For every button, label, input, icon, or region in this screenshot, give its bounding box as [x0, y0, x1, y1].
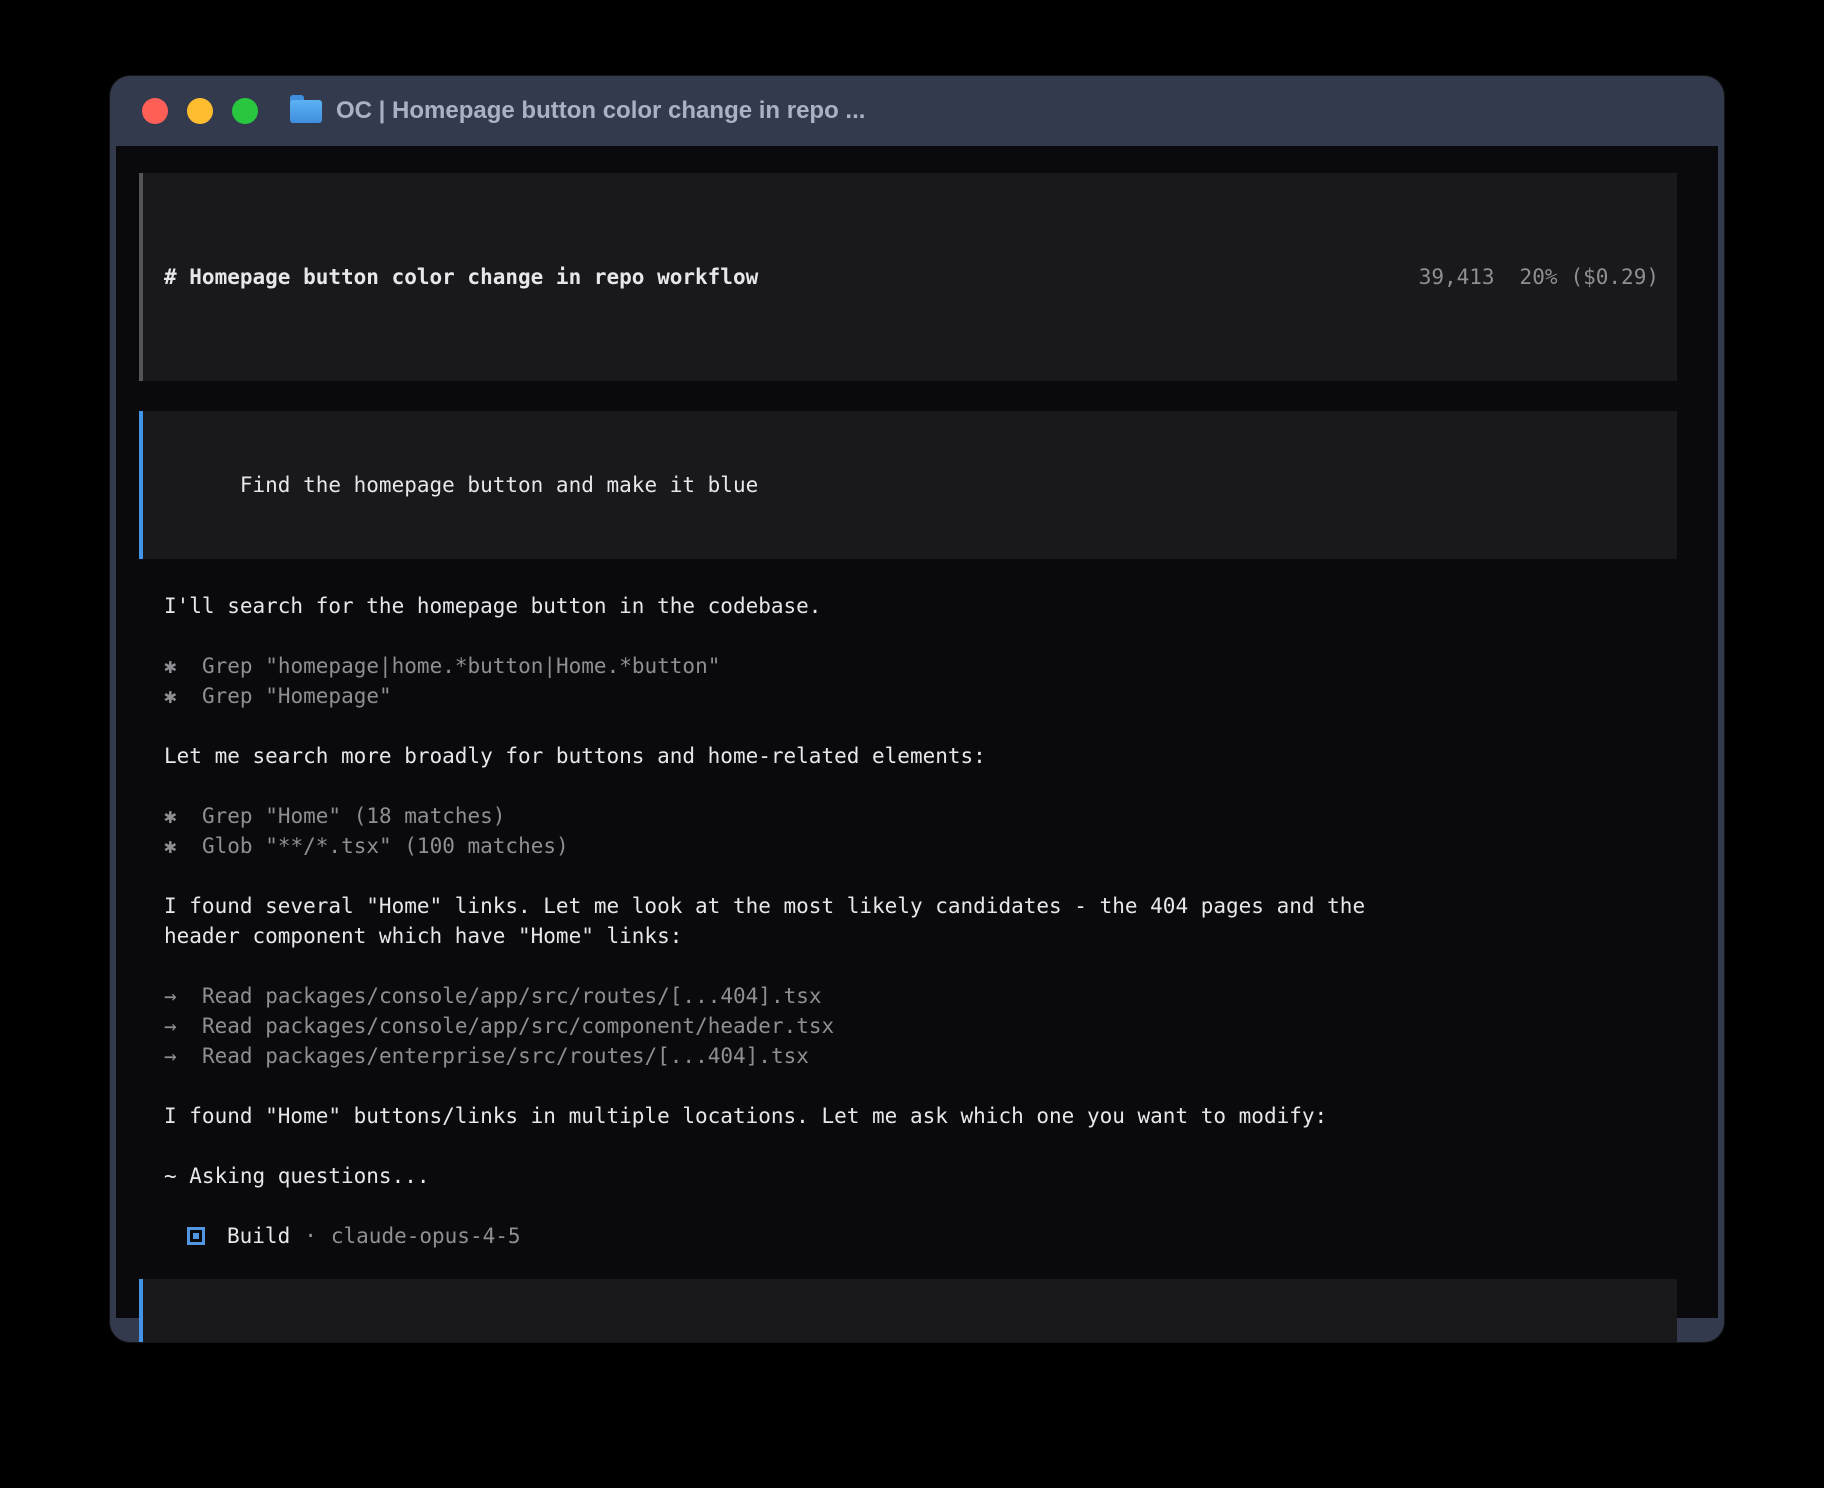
status-agent-name: Build	[227, 1221, 290, 1251]
blank-line	[139, 861, 1677, 891]
tool-call-line: ✱Glob "**/*.tsx" (100 matches)	[164, 831, 1677, 861]
tool-call-text: Read packages/console/app/src/routes/[..…	[202, 984, 822, 1008]
zoom-button[interactable]	[232, 98, 258, 124]
tool-call-line: ✱Grep "homepage|home.*button|Home.*butto…	[164, 651, 1677, 681]
context-percent: 20%	[1520, 262, 1558, 292]
user-message-text: Find the homepage button and make it blu…	[240, 473, 758, 497]
assistant-text-line: Let me search more broadly for buttons a…	[164, 741, 1677, 771]
tool-call-text: Grep "Home" (18 matches)	[202, 804, 505, 828]
status-model-name: claude-opus-4-5	[331, 1221, 521, 1251]
tool-call-line: →Read packages/console/app/src/routes/[.…	[164, 981, 1677, 1011]
tool-call-text: Grep "homepage|home.*button|Home.*button…	[202, 654, 720, 678]
blank-line	[139, 771, 1677, 801]
blank-line	[139, 951, 1677, 981]
assistant-text-line: I found "Home" buttons/links in multiple…	[164, 1101, 1677, 1131]
tool-call-line: →Read packages/enterprise/src/routes/[..…	[164, 1041, 1677, 1071]
traffic-lights	[142, 98, 258, 124]
session-cost: ($0.29)	[1570, 262, 1659, 292]
tool-asterisk-icon: ✱	[164, 801, 202, 831]
session-stats: 39,413 20% ($0.29)	[1419, 262, 1659, 292]
terminal-content: # Homepage button color change in repo w…	[116, 146, 1718, 1318]
tool-asterisk-icon: ✱	[164, 651, 202, 681]
close-button[interactable]	[142, 98, 168, 124]
read-arrow-icon: →	[164, 981, 202, 1011]
blank-line	[139, 621, 1677, 651]
session-header: # Homepage button color change in repo w…	[139, 173, 1677, 381]
tool-call-line: ✱Grep "Home" (18 matches)	[164, 801, 1677, 831]
blank-line	[139, 1131, 1677, 1161]
blank-line	[139, 711, 1677, 741]
prompt-input[interactable]: Build Claude Opus 4.5 OpenCode Zen	[139, 1279, 1677, 1342]
minimize-button[interactable]	[187, 98, 213, 124]
assistant-text-line: I found several "Home" links. Let me loo…	[164, 891, 1677, 921]
build-agent-icon	[187, 1227, 205, 1245]
tool-call-text: Glob "**/*.tsx" (100 matches)	[202, 834, 569, 858]
window-titlebar[interactable]: OC | Homepage button color change in rep…	[110, 76, 1724, 146]
tool-call-text: Grep "Homepage"	[202, 684, 392, 708]
status-separator: ·	[304, 1221, 317, 1251]
assistant-text-line: I'll search for the homepage button in t…	[164, 591, 1677, 621]
agent-status-row: Build · claude-opus-4-5	[187, 1221, 1677, 1251]
tool-call-text: Read packages/enterprise/src/routes/[...…	[202, 1044, 809, 1068]
read-arrow-icon: →	[164, 1011, 202, 1041]
assistant-transcript: I'll search for the homepage button in t…	[139, 591, 1677, 1221]
user-message: Find the homepage button and make it blu…	[139, 411, 1677, 559]
assistant-text-line: ~ Asking questions...	[164, 1161, 1677, 1191]
tool-asterisk-icon: ✱	[164, 681, 202, 711]
tool-asterisk-icon: ✱	[164, 831, 202, 861]
tool-call-line: →Read packages/console/app/src/component…	[164, 1011, 1677, 1041]
folder-icon	[290, 100, 322, 123]
blank-line	[139, 1071, 1677, 1101]
terminal-window: OC | Homepage button color change in rep…	[110, 76, 1724, 1342]
token-count: 39,413	[1419, 262, 1495, 292]
tool-call-line: ✱Grep "Homepage"	[164, 681, 1677, 711]
tool-call-text: Read packages/console/app/src/component/…	[202, 1014, 834, 1038]
read-arrow-icon: →	[164, 1041, 202, 1071]
window-title: OC | Homepage button color change in rep…	[336, 97, 865, 125]
blank-line	[139, 1191, 1677, 1221]
session-title: # Homepage button color change in repo w…	[164, 262, 758, 292]
assistant-text-line: header component which have "Home" links…	[164, 921, 1677, 951]
